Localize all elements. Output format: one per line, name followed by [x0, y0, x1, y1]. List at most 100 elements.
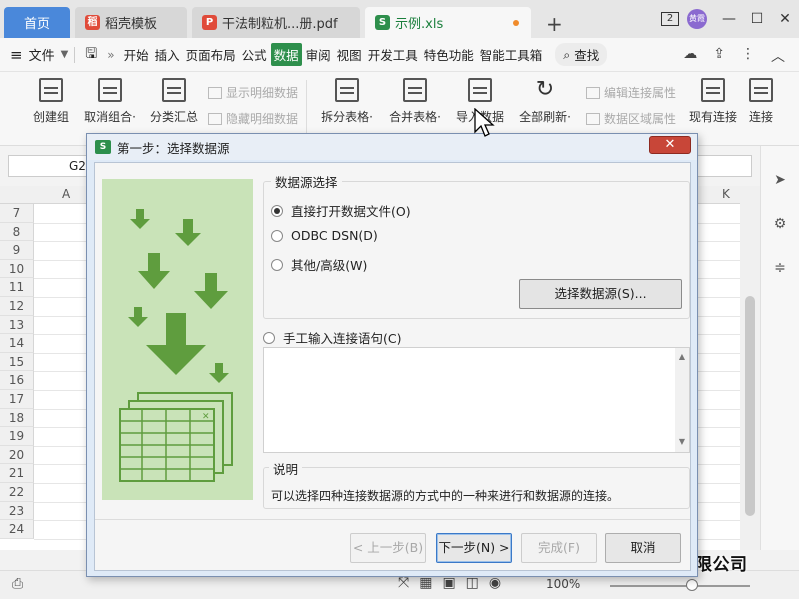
tab-home[interactable]: 首页: [4, 7, 70, 38]
page-layout-icon[interactable]: ▣: [442, 575, 455, 591]
row-header[interactable]: 10: [0, 259, 34, 279]
unsaved-dot-icon: [513, 20, 519, 26]
save-icon[interactable]: 🖫: [85, 43, 97, 67]
row-header[interactable]: 24: [0, 520, 34, 539]
row-header[interactable]: 23: [0, 501, 34, 521]
fullscreen-icon[interactable]: ⤧: [398, 575, 409, 591]
more-icon[interactable]: »: [107, 48, 114, 62]
radio-manual-connection-indicator[interactable]: [263, 331, 275, 344]
radio-odbc-dsn[interactable]: ODBC DSN(D): [271, 228, 378, 243]
row-header[interactable]: 14: [0, 334, 34, 353]
row-header[interactable]: 18: [0, 408, 34, 428]
connection-string-textarea[interactable]: ▲ ▼: [263, 347, 690, 453]
row-header[interactable]: 20: [0, 445, 34, 465]
row-header[interactable]: 11: [0, 278, 34, 297]
zoom-slider[interactable]: [610, 585, 750, 587]
next-step-button[interactable]: 下一步(N) >: [436, 533, 512, 563]
show-detail-button[interactable]: 显示明细数据: [208, 84, 298, 101]
close-icon[interactable]: ✕: [771, 11, 799, 27]
scroll-up-icon[interactable]: ▲: [675, 352, 689, 361]
textarea-scrollbar[interactable]: ▲ ▼: [675, 348, 689, 452]
menu-item-review[interactable]: 审阅: [304, 43, 333, 66]
tab-template[interactable]: 稻 稻壳模板: [75, 7, 187, 38]
merge-table-button[interactable]: 合并表格·: [384, 78, 446, 125]
row-header[interactable]: 17: [0, 389, 34, 409]
normal-view-icon[interactable]: ▦: [419, 575, 432, 591]
tab-pdf[interactable]: P 干法制粒机...册.pdf: [192, 7, 360, 38]
menu-item-data[interactable]: 数据: [270, 43, 302, 66]
row-header[interactable]: 9: [0, 241, 34, 260]
connect-button[interactable]: 连接: [744, 78, 778, 125]
refresh-all-button[interactable]: ↻ 全部刷新·: [514, 78, 576, 125]
adjust-icon[interactable]: ≑: [771, 260, 789, 278]
menu-item-insert[interactable]: 插入: [153, 43, 182, 66]
avatar[interactable]: 黄霞: [687, 9, 707, 29]
search-button[interactable]: ⌕ 查找: [555, 43, 608, 66]
hide-detail-button[interactable]: 隐藏明细数据: [208, 110, 298, 127]
minimize-icon[interactable]: —: [715, 11, 743, 27]
radio-other-advanced-indicator[interactable]: [271, 258, 283, 271]
row-header[interactable]: 8: [0, 222, 34, 242]
menu-item-features[interactable]: 特色功能: [422, 43, 476, 66]
choose-data-source-button[interactable]: 选择数据源(S)...: [519, 279, 682, 309]
scroll-down-icon[interactable]: ▼: [675, 437, 689, 446]
menu-item-start[interactable]: 开始: [122, 43, 151, 66]
radio-direct-open-indicator[interactable]: [271, 204, 283, 217]
menu-item-page-layout[interactable]: 页面布局: [184, 43, 238, 66]
row-header[interactable]: 21: [0, 464, 34, 483]
share-icon[interactable]: ⇪: [713, 46, 725, 66]
dialog-title-bar[interactable]: S 第一步：选择数据源 ✕: [87, 134, 697, 160]
row-header[interactable]: 19: [0, 427, 34, 446]
data-range-button[interactable]: 数据区域属性: [586, 110, 676, 127]
macro-icon[interactable]: ⎙: [12, 576, 23, 592]
menu-item-view[interactable]: 视图: [335, 43, 364, 66]
column-header-a[interactable]: A: [62, 187, 70, 201]
import-data-icon: [468, 78, 492, 102]
subtotal-button[interactable]: 分类汇总: [146, 78, 202, 125]
more-options-icon[interactable]: ⋮: [741, 46, 755, 66]
existing-connection-button[interactable]: 现有连接: [686, 78, 740, 125]
zoom-slider-handle[interactable]: [686, 579, 698, 591]
column-header-k[interactable]: K: [722, 187, 730, 201]
create-group-button[interactable]: 创建组: [30, 78, 72, 125]
row-header[interactable]: 12: [0, 296, 34, 316]
radio-odbc-dsn-indicator[interactable]: [271, 229, 283, 242]
row-header[interactable]: 16: [0, 371, 34, 390]
cloud-sync-icon[interactable]: ☁: [683, 46, 697, 66]
menu-item-dev-tools[interactable]: 开发工具: [366, 43, 420, 66]
radio-manual-connection[interactable]: 手工输入连接语句(C): [263, 328, 401, 347]
row-header[interactable]: 15: [0, 352, 34, 372]
scrollbar-thumb[interactable]: [745, 296, 755, 516]
edit-connection-button[interactable]: 编辑连接属性: [586, 84, 676, 101]
edit-connection-icon: [586, 86, 600, 99]
tab-xls[interactable]: S 示例.xls: [365, 7, 531, 38]
prev-step-button[interactable]: < 上一步(B): [350, 533, 426, 563]
row-header[interactable]: 22: [0, 482, 34, 502]
ungroup-button[interactable]: 取消组合·: [80, 78, 140, 125]
vertical-scrollbar[interactable]: [740, 186, 760, 550]
new-tab-plus-icon[interactable]: +: [546, 12, 563, 36]
cancel-button[interactable]: 取消: [605, 533, 681, 563]
radio-other-advanced[interactable]: 其他/高级(W): [271, 255, 367, 274]
row-header[interactable]: 13: [0, 315, 34, 335]
row-header[interactable]: 7: [0, 204, 34, 223]
eye-protect-icon[interactable]: ◉: [489, 575, 501, 591]
ribbon-divider: [306, 80, 307, 136]
menu-item-smart-toolbox[interactable]: 智能工具箱: [478, 43, 545, 66]
menu-item-formula[interactable]: 公式: [240, 43, 269, 66]
split-table-button[interactable]: 拆分表格·: [316, 78, 378, 125]
tab-pdf-label: 干法制粒机...册.pdf: [222, 17, 338, 32]
file-menu[interactable]: ≡ 文件 ▼: [10, 45, 68, 65]
window-count-badge[interactable]: 2: [661, 12, 679, 26]
zoom-level[interactable]: 100%: [546, 577, 580, 591]
radio-direct-open[interactable]: 直接打开数据文件(O): [271, 201, 411, 220]
existing-connection-icon: [701, 78, 725, 102]
settings-sliders-icon[interactable]: ⚙: [771, 216, 789, 234]
collapse-ribbon-icon[interactable]: ︿: [771, 46, 785, 66]
finish-button[interactable]: 完成(F): [521, 533, 597, 563]
page-break-icon[interactable]: ◫: [466, 575, 479, 591]
dialog-close-button[interactable]: ✕: [649, 136, 691, 154]
select-pointer-icon[interactable]: ➤: [771, 172, 789, 190]
connect-label: 连接: [748, 110, 773, 124]
maximize-icon[interactable]: ☐: [743, 11, 771, 27]
